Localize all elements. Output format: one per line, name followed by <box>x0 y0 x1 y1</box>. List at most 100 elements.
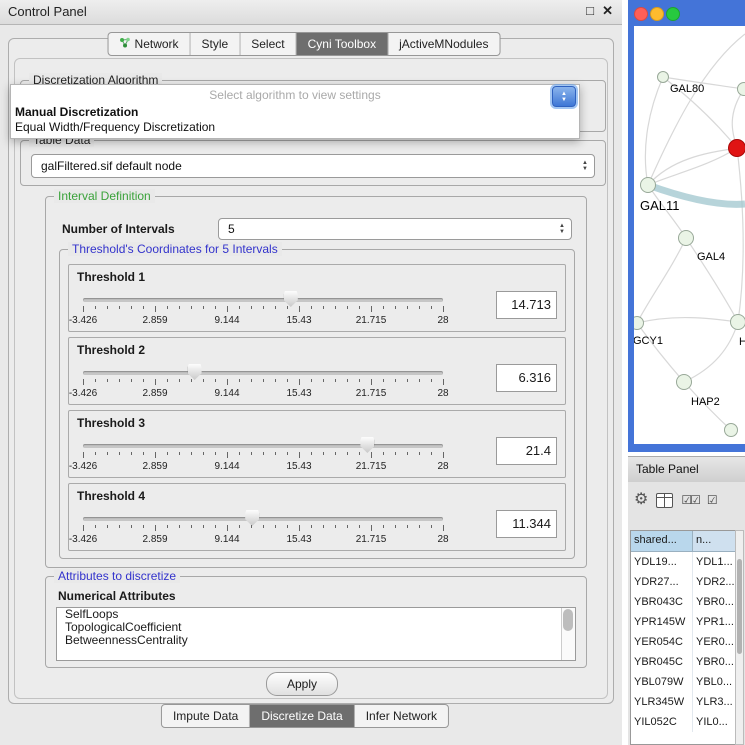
table-scrollbar[interactable] <box>735 530 744 745</box>
slider-thumb[interactable] <box>188 364 202 380</box>
network-node[interactable] <box>737 82 745 96</box>
network-node[interactable] <box>640 177 656 193</box>
tab-cyni-toolbox[interactable]: Cyni Toolbox <box>297 33 388 55</box>
number-of-intervals-select[interactable]: 5 ▲▼ <box>218 218 572 240</box>
tick-mark <box>383 306 384 309</box>
checkbox-icon[interactable]: ☑ <box>707 494 716 506</box>
tick-mark <box>323 525 324 528</box>
tick-mark <box>419 379 420 382</box>
select-all-checkbox-icon[interactable]: ☑☑ <box>681 494 699 506</box>
slider-thumb[interactable] <box>360 437 374 453</box>
tab-infer-network[interactable]: Infer Network <box>355 705 448 727</box>
attributes-to-discretize-group: Attributes to discretize Numerical Attri… <box>45 576 587 668</box>
network-node-label: GAL11 <box>640 198 680 213</box>
tick-mark <box>167 525 168 528</box>
mac-minimize-icon[interactable] <box>650 7 664 21</box>
slider-ticks <box>83 525 443 532</box>
threshold-4-slider[interactable]: -3.4262.8599.14415.4321.71528 <box>83 508 443 548</box>
network-node[interactable] <box>676 374 692 390</box>
threshold-1-box: Threshold 1 -3.4262.8599.14415.4321.7152… <box>68 264 566 332</box>
apply-button[interactable]: Apply <box>266 672 338 696</box>
network-node-label: GAL80 <box>670 83 704 95</box>
float-window-icon[interactable]: □ <box>586 3 594 18</box>
tick-mark <box>119 452 120 455</box>
tab-label: Select <box>251 37 284 51</box>
algorithm-dropdown-popup: Select algorithm to view settings ▲ ▼ Ma… <box>10 84 580 139</box>
mac-zoom-icon[interactable] <box>666 7 680 21</box>
network-node[interactable] <box>657 71 669 83</box>
algorithm-option-manual-discretization[interactable]: Manual Discretization <box>11 105 579 120</box>
tab-network[interactable]: Network <box>109 33 191 55</box>
algorithm-option-equal-width-frequency-discretization[interactable]: Equal Width/Frequency Discretization <box>11 120 579 135</box>
mac-close-icon[interactable] <box>634 7 648 21</box>
network-node-red[interactable] <box>728 139 745 157</box>
tab-label: Impute Data <box>173 709 238 723</box>
thresholds-coordinates-group: Threshold's Coordinates for 5 Intervals … <box>59 249 575 559</box>
network-node[interactable] <box>678 230 694 246</box>
table-row[interactable]: YDR27...YDR2... <box>631 572 736 592</box>
slider-track[interactable] <box>83 444 443 448</box>
table-data-select[interactable]: galFiltered.sif default node ▲▼ <box>31 154 595 178</box>
threshold-4-value-field[interactable]: 11.344 <box>496 510 557 538</box>
tick-mark <box>395 452 396 455</box>
network-node[interactable] <box>724 423 738 437</box>
threshold-2-slider[interactable]: -3.4262.8599.14415.4321.71528 <box>83 362 443 402</box>
tick-mark <box>431 306 432 309</box>
table-row[interactable]: YBR045CYBR0... <box>631 652 736 672</box>
scrollbar-thumb[interactable] <box>563 609 573 631</box>
scale-label: 2.859 <box>142 461 167 472</box>
tick-mark <box>275 525 276 528</box>
table-row[interactable]: YPR145WYPR1... <box>631 612 736 632</box>
tick-mark <box>371 379 372 385</box>
table-row[interactable]: YLR345WYLR3... <box>631 692 736 712</box>
tick-mark <box>407 452 408 455</box>
scale-label: 15.43 <box>286 461 311 472</box>
scale-label: 28 <box>437 534 448 545</box>
table-cell-shared-name: YBR043C <box>631 592 693 612</box>
column-header-name[interactable]: n... <box>693 531 736 551</box>
table-header-row: shared... n... <box>631 531 736 552</box>
tick-mark <box>191 525 192 528</box>
slider-track[interactable] <box>83 298 443 302</box>
table-columns-icon[interactable] <box>656 493 673 508</box>
table-row[interactable]: YBR043CYBR0... <box>631 592 736 612</box>
tick-mark <box>215 306 216 309</box>
tick-mark <box>155 306 156 312</box>
table-row[interactable]: YIL052CYIL0... <box>631 712 736 732</box>
tick-mark <box>407 379 408 382</box>
network-node[interactable] <box>730 314 745 330</box>
tab-discretize-data[interactable]: Discretize Data <box>250 705 354 727</box>
threshold-2-value-field[interactable]: 6.316 <box>496 364 557 392</box>
tab-style[interactable]: Style <box>191 33 241 55</box>
table-row[interactable]: YDL19...YDL1... <box>631 552 736 572</box>
table-row[interactable]: YER054CYER0... <box>631 632 736 652</box>
slider-thumb[interactable] <box>245 510 259 526</box>
threshold-3-value-field[interactable]: 21.4 <box>496 437 557 465</box>
gear-icon[interactable]: ⚙ <box>634 492 648 508</box>
tick-mark <box>203 525 204 528</box>
slider-track[interactable] <box>83 517 443 521</box>
tick-mark <box>335 306 336 309</box>
table-cell-name: YDR2... <box>693 572 736 592</box>
tab-jactivemnodules[interactable]: jActiveMNodules <box>388 33 499 55</box>
attributes-scrollbar[interactable] <box>561 608 575 660</box>
tick-mark <box>263 306 264 309</box>
threshold-1-value-field[interactable]: 14.713 <box>496 291 557 319</box>
tab-select[interactable]: Select <box>240 33 296 55</box>
scrollbar-thumb[interactable] <box>737 559 742 654</box>
tick-mark <box>191 452 192 455</box>
control-panel-titlebar: Control Panel □ ✕ <box>0 0 622 25</box>
scale-label: 9.144 <box>214 461 239 472</box>
slider-thumb[interactable] <box>284 291 298 307</box>
network-canvas[interactable]: GAL80GAL11GAL4GCY1HHAP2 <box>634 26 745 444</box>
close-icon[interactable]: ✕ <box>602 3 613 19</box>
tab-impute-data[interactable]: Impute Data <box>162 705 250 727</box>
column-header-shared-name[interactable]: shared... <box>631 531 693 551</box>
threshold-1-slider[interactable]: -3.4262.8599.14415.4321.71528 <box>83 289 443 329</box>
slider-track[interactable] <box>83 371 443 375</box>
attribute-list-item[interactable]: BetweennessCentrality <box>57 634 575 647</box>
table-row[interactable]: YBL079WYBL0... <box>631 672 736 692</box>
thresholds-group-title: Threshold's Coordinates for 5 Intervals <box>68 242 282 256</box>
threshold-3-slider[interactable]: -3.4262.8599.14415.4321.71528 <box>83 435 443 475</box>
algorithm-combo-button[interactable]: ▲ ▼ <box>552 86 576 107</box>
